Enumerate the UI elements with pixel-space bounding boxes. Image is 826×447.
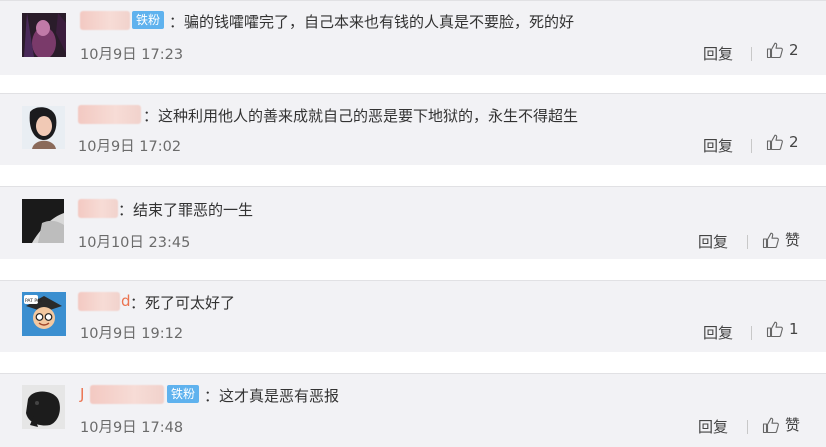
like-button[interactable]: 1 [766,320,799,338]
comment-time: 10月9日 17:02 [78,139,182,155]
comment-text: ：结束了罪恶的一生 [118,201,254,219]
avatar[interactable]: PAT PAT [22,292,66,336]
avatar[interactable] [22,385,65,429]
thumbs-up-icon [766,134,783,151]
comment-text: ：死了可太好了 [130,294,236,312]
avatar-text: PAT PAT [25,298,42,304]
avatar[interactable] [22,106,65,149]
like-count: 2 [789,41,799,59]
thumbs-up-icon [762,417,779,433]
thumbs-up-icon [762,232,779,248]
username-blurred[interactable] [90,385,164,404]
comment-item: J 铁粉 ：这才真是恶有恶报 10月9日 17:48 回复 赞 [0,373,826,447]
thumbs-up-icon [766,42,783,59]
like-count: 1 [789,320,799,338]
username-blurred[interactable] [80,11,130,30]
reply-button[interactable]: 回复 [703,322,733,343]
comment-item: ：结束了罪恶的一生 10月10日 23:45 回复 赞 [0,186,826,259]
comment-text: ：这才真是恶有恶报 [204,387,340,405]
comment-item: PAT PAT d ：死了可太好了 10月9日 19:12 回复 1 [0,280,826,352]
comment-item: ：这种利用他人的善来成就自己的恶是要下地狱的，永生不得超生 10月9日 17:0… [0,93,826,165]
divider [751,47,752,61]
divider [747,420,748,434]
username-fragment[interactable]: J [80,385,84,403]
like-count: 赞 [785,231,801,249]
comment-time: 10月9日 17:23 [80,47,184,63]
comment-time: 10月9日 19:12 [80,326,184,342]
divider [751,326,752,340]
fan-badge: 铁粉 [132,11,165,29]
like-button[interactable]: 赞 [762,229,800,250]
like-button[interactable]: 2 [766,41,799,59]
like-button[interactable]: 2 [766,133,799,151]
username-blurred[interactable] [78,105,141,124]
divider [751,139,752,153]
like-count: 2 [789,133,799,151]
fan-badge: 铁粉 [167,385,200,403]
username-blurred[interactable] [78,292,120,311]
like-button[interactable]: 赞 [762,414,800,435]
comment-item: 铁粉 ：骗的钱嚯嚯完了，自己本来也有钱的人真是不要脸，死的好 10月9日 17:… [0,0,826,75]
comment-time: 10月10日 23:45 [78,235,191,251]
comment-text: ：这种利用他人的善来成就自己的恶是要下地狱的，永生不得超生 [143,107,579,125]
divider [747,235,748,249]
avatar[interactable] [22,199,64,243]
reply-button[interactable]: 回复 [698,416,728,437]
thumbs-up-icon [766,321,783,338]
reply-button[interactable]: 回复 [703,43,733,64]
reply-button[interactable]: 回复 [698,231,728,252]
avatar[interactable] [22,13,66,57]
comment-time: 10月9日 17:48 [80,420,184,436]
username-blurred[interactable] [78,199,118,218]
reply-button[interactable]: 回复 [703,135,733,156]
like-count: 赞 [785,416,801,434]
comment-text: ：骗的钱嚯嚯完了，自己本来也有钱的人真是不要脸，死的好 [169,13,575,31]
